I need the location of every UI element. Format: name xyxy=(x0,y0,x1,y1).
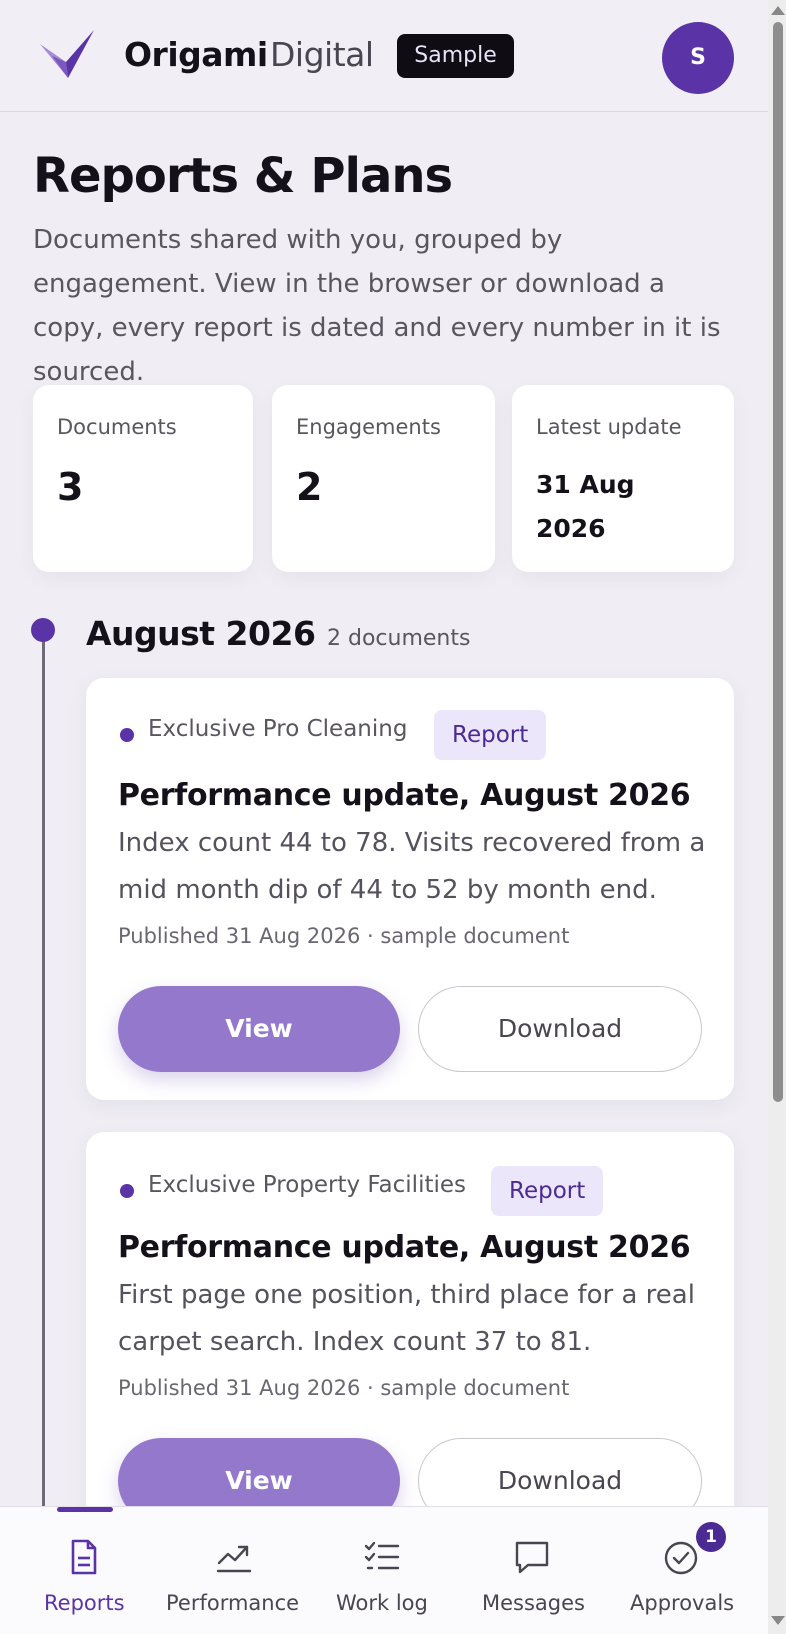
nav-label: Performance xyxy=(166,1591,300,1615)
stat-label: Latest update xyxy=(536,415,682,439)
card-client: Exclusive Pro Cleaning xyxy=(148,716,408,742)
card-title: Performance update, August 2026 xyxy=(118,1230,691,1265)
document-icon xyxy=(71,1539,97,1575)
app-header: Origami Digital Sample S xyxy=(0,0,768,112)
group-title: August 2026 xyxy=(86,614,316,653)
nav-item-performance[interactable]: Performance xyxy=(164,1507,304,1634)
card-meta: Published 31 Aug 2026 · sample document xyxy=(118,924,570,948)
stat-card-latest-update: Latest update 31 Aug 2026 xyxy=(512,385,734,572)
nav-label: Approvals xyxy=(630,1591,735,1615)
nav-item-approvals[interactable]: Approvals xyxy=(628,1507,748,1634)
stat-label: Engagements xyxy=(296,415,441,439)
card-title: Performance update, August 2026 xyxy=(118,778,691,813)
view-button[interactable]: View xyxy=(118,986,400,1072)
card-meta: Published 31 Aug 2026 · sample document xyxy=(118,1376,570,1400)
nav-label: Messages xyxy=(482,1591,585,1615)
chat-icon xyxy=(515,1541,549,1574)
report-card: Exclusive Property Facilities Report Per… xyxy=(86,1132,734,1552)
nav-item-messages[interactable]: Messages xyxy=(480,1507,590,1634)
checklist-icon xyxy=(364,1541,400,1570)
timeline-line xyxy=(42,640,45,1510)
bottom-nav: Reports Performance Work log Messages Ap… xyxy=(0,1506,768,1634)
brand-subtitle: Digital xyxy=(270,35,374,74)
card-summary: First page one position, third place for… xyxy=(118,1280,695,1357)
client-dot-icon xyxy=(120,1184,134,1198)
stat-card-engagements: Engagements 2 xyxy=(272,385,495,572)
brand-name: Origami xyxy=(124,35,268,74)
stat-value: 3 xyxy=(57,465,84,509)
scroll-up-arrow-icon[interactable] xyxy=(771,6,785,15)
check-circle-icon xyxy=(664,1541,698,1575)
stat-label: Documents xyxy=(57,415,177,439)
timeline-dot xyxy=(31,618,55,642)
download-button[interactable]: Download xyxy=(418,986,702,1072)
scroll-down-arrow-icon[interactable] xyxy=(771,1616,785,1625)
nav-label: Work log xyxy=(336,1591,428,1615)
report-card: Exclusive Pro Cleaning Report Performanc… xyxy=(86,678,734,1100)
approvals-badge: 1 xyxy=(696,1522,726,1552)
stat-value: 31 Aug 2026 xyxy=(536,470,635,543)
card-tag: Report xyxy=(491,1166,604,1216)
page-description: Documents shared with you, grouped by en… xyxy=(33,225,721,387)
origami-logo-icon[interactable] xyxy=(38,30,96,84)
nav-item-work-log[interactable]: Work log xyxy=(334,1507,434,1634)
sample-badge: Sample xyxy=(397,34,514,78)
stat-value: 2 xyxy=(296,465,323,509)
card-tag: Report xyxy=(434,710,547,760)
client-dot-icon xyxy=(120,728,134,742)
card-client: Exclusive Property Facilities xyxy=(148,1172,467,1198)
nav-item-reports[interactable]: Reports xyxy=(40,1507,130,1634)
stat-card-documents: Documents 3 xyxy=(33,385,253,572)
page-title: Reports & Plans xyxy=(33,148,453,204)
group-count: 2 documents xyxy=(327,626,471,651)
user-avatar[interactable]: S xyxy=(662,22,734,94)
nav-label: Reports xyxy=(44,1591,125,1615)
trend-icon xyxy=(216,1545,252,1573)
card-summary: Index count 44 to 78. Visits recovered f… xyxy=(118,828,706,905)
scrollbar-thumb[interactable] xyxy=(773,22,783,1102)
